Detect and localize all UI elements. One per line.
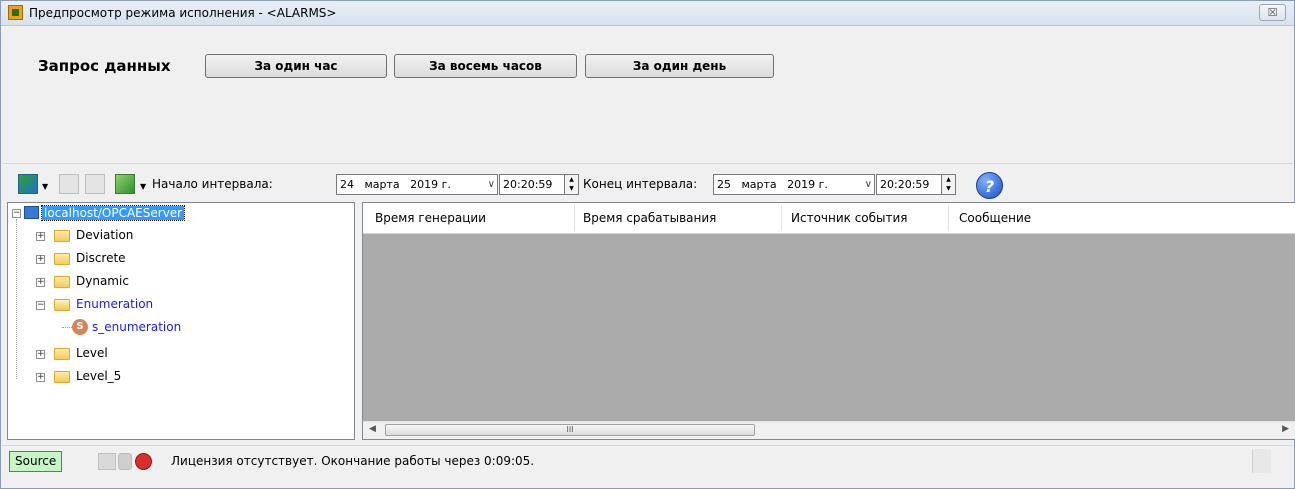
folder-icon (54, 371, 70, 383)
query-label: Запрос данных (38, 57, 171, 75)
chevron-down-icon: ∨ (864, 179, 872, 190)
open-folder-icon (54, 299, 70, 311)
expand-icon[interactable]: + (36, 255, 45, 264)
refresh-icon[interactable] (115, 174, 135, 194)
start-date-value: 24 марта 2019 г. (340, 178, 451, 191)
scroll-thumb[interactable]: III (385, 424, 755, 436)
expand-icon[interactable]: + (36, 232, 45, 241)
eight-hours-button[interactable]: За восемь часов (394, 54, 577, 78)
tree-root-label: localhost/OPCAEServer (40, 205, 186, 221)
events-grid[interactable]: Время генерации Время срабатывания Источ… (362, 202, 1295, 440)
column-separator[interactable] (574, 205, 575, 231)
server-icon (24, 206, 39, 219)
window-title: Предпросмотр режима исполнения - <ALARMS… (29, 6, 337, 20)
column-separator[interactable] (948, 205, 949, 231)
tree-item-s-enumeration[interactable]: s_enumeration (92, 318, 181, 336)
signal-icon: S (72, 319, 88, 335)
tree-item-enumeration[interactable]: Enumeration (76, 295, 153, 313)
source-indicator[interactable]: Source (9, 451, 63, 472)
app-icon (8, 5, 23, 20)
help-icon[interactable]: ? (976, 172, 1003, 199)
expand-icon[interactable]: + (36, 350, 45, 359)
collapse-icon[interactable]: − (36, 301, 45, 310)
server-tree[interactable]: − localhost/OPCAEServer + Deviation + Di… (7, 202, 355, 440)
status-bar: Source Лицензия отсутствует. Окончание р… (2, 445, 1293, 476)
column-event-source[interactable]: Источник события (791, 211, 908, 225)
app-window: Предпросмотр режима исполнения - <ALARMS… (0, 0, 1295, 489)
column-message[interactable]: Сообщение (959, 211, 1031, 225)
connection-icon (98, 453, 116, 470)
tree-line (16, 219, 17, 379)
one-day-button[interactable]: За один день (585, 54, 774, 78)
filter-dropdown-icon[interactable]: ▼ (42, 182, 48, 191)
export-icon[interactable] (59, 174, 79, 194)
tree-line (62, 327, 72, 328)
tree-item-deviation[interactable]: Deviation (76, 226, 133, 244)
status-panel (1252, 449, 1271, 473)
end-interval-label: Конец интервала: (583, 177, 698, 191)
end-date-value: 25 марта 2019 г. (717, 178, 828, 191)
column-generation-time[interactable]: Время генерации (375, 211, 486, 225)
print-icon[interactable] (85, 174, 105, 194)
refresh-dropdown-icon[interactable]: ▼ (140, 182, 146, 191)
end-date-picker[interactable]: 25 марта 2019 г. ∨ (713, 174, 875, 195)
start-date-picker[interactable]: 24 марта 2019 г. ∨ (336, 174, 498, 195)
chevron-down-icon: ∨ (487, 179, 495, 190)
stop-icon (135, 453, 152, 470)
scroll-left-icon[interactable]: ◀ (369, 424, 376, 434)
end-time-value: 20:20:59 (880, 178, 930, 191)
tree-item-dynamic[interactable]: Dynamic (76, 272, 129, 290)
title-bar: Предпросмотр режима исполнения - <ALARMS… (1, 1, 1294, 26)
one-hour-button[interactable]: За один час (205, 54, 387, 78)
end-time-input[interactable]: 20:20:59 (876, 174, 942, 195)
collapse-icon[interactable]: − (12, 209, 21, 218)
folder-icon (54, 276, 70, 288)
tree-item-discrete[interactable]: Discrete (76, 249, 126, 267)
tree-root-node[interactable]: localhost/OPCAEServer (40, 204, 186, 222)
start-time-value: 20:20:59 (503, 178, 553, 191)
column-separator[interactable] (781, 205, 782, 231)
close-button[interactable]: ☒ (1259, 4, 1286, 21)
grid-header: Время генерации Время срабатывания Источ… (363, 203, 1295, 234)
tree-item-level-5[interactable]: Level_5 (76, 367, 121, 385)
folder-icon (54, 253, 70, 265)
start-time-spinner[interactable]: ▲ ▼ (564, 174, 579, 195)
column-trigger-time[interactable]: Время срабатывания (583, 211, 716, 225)
tree-item-level[interactable]: Level (76, 344, 108, 362)
folder-icon (54, 348, 70, 360)
horizontal-scrollbar[interactable]: ◀ III ▶ (363, 421, 1295, 439)
scroll-right-icon[interactable]: ▶ (1282, 424, 1289, 434)
license-message: Лицензия отсутствует. Окончание работы ч… (171, 454, 535, 468)
end-time-spinner[interactable]: ▲ ▼ (941, 174, 956, 195)
query-panel: Запрос данных За один час За восемь часо… (2, 26, 1293, 161)
start-time-input[interactable]: 20:20:59 (499, 174, 565, 195)
database-icon (118, 453, 132, 470)
expand-icon[interactable]: + (36, 278, 45, 287)
start-interval-label: Начало интервала: (152, 177, 273, 191)
folder-icon (54, 230, 70, 242)
filter-icon[interactable] (18, 174, 38, 194)
filter-toolbar: ▼ ▼ Начало интервала: 24 марта 2019 г. ∨ … (2, 163, 1293, 202)
expand-icon[interactable]: + (36, 373, 45, 382)
